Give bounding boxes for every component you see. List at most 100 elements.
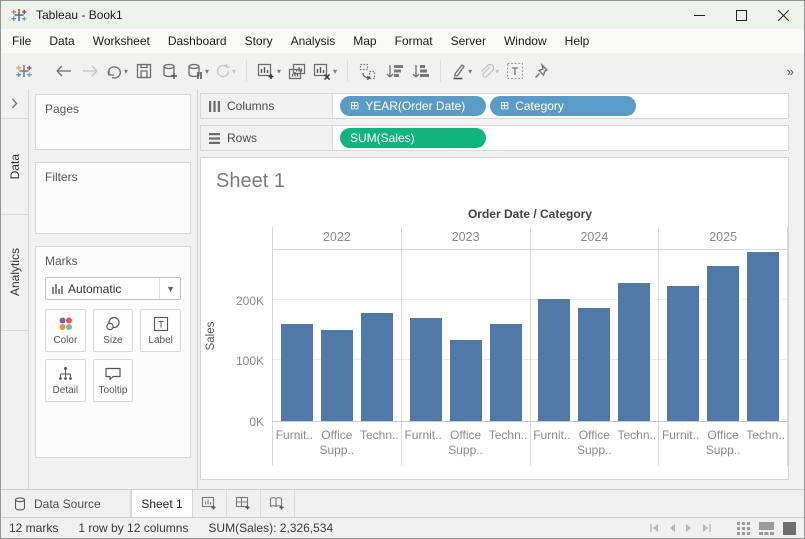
tooltip-button[interactable]: Tooltip <box>93 359 134 402</box>
sheet-sorter-view-icon[interactable] <box>737 522 750 535</box>
detail-button[interactable]: Detail <box>45 359 86 402</box>
tab-data[interactable]: Data <box>1 119 28 215</box>
dropdown-caret-icon[interactable]: ▾ <box>124 67 128 76</box>
bar-2022-furniture[interactable] <box>281 324 313 421</box>
new-data-source-icon <box>161 63 179 80</box>
pause-auto-updates-button[interactable]: ▾ <box>183 57 212 85</box>
dropdown-caret-icon[interactable]: ▾ <box>277 67 281 76</box>
size-button[interactable]: Size <box>93 309 134 352</box>
sheet-navigation <box>649 523 712 533</box>
swap-icon <box>359 63 377 80</box>
dropdown-caret-icon[interactable]: ▼ <box>159 278 175 299</box>
toolbar-separator <box>440 60 441 82</box>
color-button[interactable]: Color <box>45 309 86 352</box>
expand-pane-button[interactable] <box>1 89 28 119</box>
highlight-icon <box>451 63 467 80</box>
redo-button[interactable] <box>77 57 103 85</box>
menu-worksheet[interactable]: Worksheet <box>84 29 159 53</box>
toolbar-overflow-chevron[interactable]: » <box>787 64 796 79</box>
bar-2023-office-supplies[interactable] <box>450 340 482 421</box>
menu-format[interactable]: Format <box>386 29 442 53</box>
menu-dashboard[interactable]: Dashboard <box>159 29 236 53</box>
rows-shelf-label: Rows <box>200 125 333 151</box>
label-button[interactable]: T Label <box>140 309 181 352</box>
bar-2022-technology[interactable] <box>361 313 393 421</box>
bar-2023-technology[interactable] <box>490 324 522 421</box>
clear-sheet-button[interactable]: ▾ <box>310 57 340 85</box>
start-page-button[interactable] <box>11 57 37 85</box>
menu-window[interactable]: Window <box>495 29 556 53</box>
pause-updates-icon <box>186 63 204 80</box>
new-story-tab-button[interactable] <box>261 490 295 517</box>
maximize-button[interactable] <box>720 1 762 29</box>
columns-shelf-tray[interactable]: ⊞ YEAR(Order Date) ⊞ Category <box>333 93 789 119</box>
expand-plus-icon[interactable]: ⊞ <box>500 101 509 112</box>
highlight-button[interactable]: ▾ <box>448 57 475 85</box>
year-header-2022: 2022 <box>272 227 401 249</box>
chevron-right-icon <box>11 98 18 109</box>
menu-server[interactable]: Server <box>442 29 495 53</box>
bar-2025-office-supplies[interactable] <box>707 266 739 421</box>
bar-2024-office-supplies[interactable] <box>578 308 610 421</box>
sort-descending-button[interactable] <box>407 57 433 85</box>
pill-category[interactable]: ⊞ Category <box>490 96 636 116</box>
tab-analytics[interactable]: Analytics <box>1 215 28 331</box>
expand-plus-icon[interactable]: ⊞ <box>350 101 359 112</box>
rows-shelf-tray[interactable]: SUM(Sales) <box>333 125 789 151</box>
replay-animation-button[interactable]: ▾ <box>103 57 131 85</box>
plot-area: Sales 0K100K200K <box>201 249 788 422</box>
menu-analysis[interactable]: Analysis <box>282 29 345 53</box>
next-sheet-icon[interactable] <box>685 523 693 533</box>
bar-2025-furniture[interactable] <box>667 286 699 421</box>
year-header-2025: 2025 <box>658 227 788 249</box>
dropdown-caret-icon: ▾ <box>232 67 236 76</box>
sheet-tab-label: Sheet 1 <box>141 497 182 511</box>
year-header-2024: 2024 <box>530 227 659 249</box>
bar-2023-furniture[interactable] <box>410 318 442 421</box>
minimize-button[interactable] <box>678 1 720 29</box>
toolbar-separator <box>246 60 247 82</box>
first-sheet-icon[interactable] <box>649 523 659 533</box>
menu-map[interactable]: Map <box>344 29 385 53</box>
pill-year-order-date[interactable]: ⊞ YEAR(Order Date) <box>340 96 486 116</box>
menu-file[interactable]: File <box>3 29 40 53</box>
new-data-source-button[interactable] <box>157 57 183 85</box>
size-icon <box>104 316 121 332</box>
undo-button[interactable] <box>51 57 77 85</box>
close-button[interactable] <box>762 1 804 29</box>
menu-data[interactable]: Data <box>40 29 83 53</box>
pill-sum-sales[interactable]: SUM(Sales) <box>340 128 486 148</box>
new-worksheet-button[interactable]: ▾ <box>254 57 284 85</box>
filters-shelf[interactable]: Filters <box>35 162 191 234</box>
show-mark-labels-button[interactable]: T <box>502 57 528 85</box>
filmstrip-view-icon[interactable] <box>759 522 774 535</box>
show-tabs-view-icon[interactable] <box>783 522 796 535</box>
sort-ascending-button[interactable] <box>381 57 407 85</box>
menu-story[interactable]: Story <box>236 29 282 53</box>
bar-2022-office-supplies[interactable] <box>321 330 353 421</box>
swap-rows-columns-button[interactable] <box>355 57 381 85</box>
pages-shelf[interactable]: Pages <box>35 94 191 150</box>
mark-type-dropdown[interactable]: Automatic ▼ <box>45 277 181 300</box>
data-source-tab[interactable]: Data Source <box>1 490 131 517</box>
dropdown-caret-icon[interactable]: ▾ <box>333 67 337 76</box>
save-button[interactable] <box>131 57 157 85</box>
bar-2024-technology[interactable] <box>618 283 650 421</box>
new-worksheet-tab-button[interactable] <box>193 490 227 517</box>
category-tick-label: Techn.. <box>487 422 529 466</box>
fix-axes-button[interactable] <box>528 57 554 85</box>
dropdown-caret-icon[interactable]: ▾ <box>205 67 209 76</box>
database-icon <box>14 497 26 511</box>
duplicate-button[interactable] <box>284 57 310 85</box>
dropdown-caret-icon[interactable]: ▾ <box>468 67 472 76</box>
last-sheet-icon[interactable] <box>702 523 712 533</box>
new-dashboard-tab-button[interactable] <box>227 490 261 517</box>
bar-2025-technology[interactable] <box>747 252 779 421</box>
previous-sheet-icon[interactable] <box>668 523 676 533</box>
bar-2024-furniture[interactable] <box>538 299 570 421</box>
sheet-tab-active[interactable]: Sheet 1 <box>131 490 193 517</box>
category-tick-label: Furnit.. <box>660 422 702 466</box>
sheet-title[interactable]: Sheet 1 <box>201 158 788 207</box>
menu-help[interactable]: Help <box>556 29 599 53</box>
detail-icon <box>57 366 74 382</box>
